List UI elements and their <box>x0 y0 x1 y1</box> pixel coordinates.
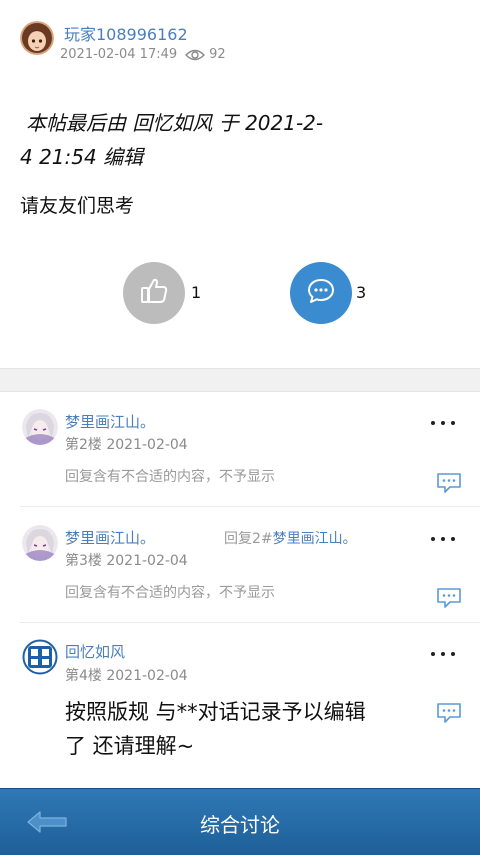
bottom-nav-bar: 综合讨论 <box>0 788 480 855</box>
post-meta: 2021-02-04 17:49 92 <box>60 47 226 62</box>
reply-floor-date: 第2楼 2021-02-04 <box>65 437 188 453</box>
reply-content-line1: 按照版规 与**对话记录予以编辑 <box>65 700 366 724</box>
section-divider <box>0 368 480 392</box>
like-count: 1 <box>191 283 202 302</box>
reply-floor-date: 第3楼 2021-02-04 <box>65 553 188 569</box>
reply-to-prefix: 回复2# <box>224 531 273 547</box>
reply-bubble-icon[interactable] <box>436 587 462 613</box>
reply-to-name[interactable]: 梦里画江山。 <box>273 531 357 547</box>
author-avatar[interactable] <box>20 21 54 55</box>
more-dots-icon[interactable] <box>431 652 455 656</box>
more-dots-icon[interactable] <box>431 421 455 425</box>
reply-author-name[interactable]: 回忆如风 <box>65 641 125 662</box>
reply-separator <box>20 622 480 623</box>
author-name[interactable]: 玩家108996162 <box>64 21 188 45</box>
view-count: 92 <box>209 47 226 62</box>
reply-content-line2: 了 还请理解~ <box>65 734 195 758</box>
edit-note-line2: 4 21:54 编辑 <box>20 145 144 169</box>
bottom-bar-title: 综合讨论 <box>200 813 280 837</box>
reply-content: 按照版规 与**对话记录予以编辑 了 还请理解~ <box>65 695 435 763</box>
reply-avatar[interactable] <box>22 525 58 561</box>
speech-bubble-icon <box>306 276 336 310</box>
reply-content: 回复含有不合适的内容，不予显示 <box>65 469 275 485</box>
more-dots-icon[interactable] <box>431 537 455 541</box>
thumbs-up-icon <box>139 276 169 310</box>
edit-note-line1: 本帖最后由 回忆如风 于 2021-2- <box>26 111 324 135</box>
reply-bubble-icon[interactable] <box>436 702 462 728</box>
reply-author-name[interactable]: 梦里画江山。 <box>65 411 155 432</box>
reply-author-name[interactable]: 梦里画江山。 <box>65 527 155 548</box>
reply-avatar[interactable] <box>22 639 58 675</box>
eye-icon <box>185 48 206 62</box>
like-button[interactable] <box>123 262 185 324</box>
post-body: 请友友们思考 <box>20 195 135 217</box>
reply-content: 回复含有不合适的内容，不予显示 <box>65 585 275 601</box>
reply-floor-date: 第4楼 2021-02-04 <box>65 668 188 684</box>
comment-count: 3 <box>356 283 367 302</box>
reply-bubble-icon[interactable] <box>436 472 462 498</box>
post-datetime: 2021-02-04 17:49 <box>60 47 178 62</box>
reply-separator <box>20 506 480 507</box>
reply-to[interactable]: 回复2#梦里画江山。 <box>224 528 357 548</box>
reply-avatar[interactable] <box>22 409 58 445</box>
edit-note: 本帖最后由 回忆如风 于 2021-2- 4 21:54 编辑 <box>20 106 380 174</box>
comment-button[interactable] <box>290 262 352 324</box>
